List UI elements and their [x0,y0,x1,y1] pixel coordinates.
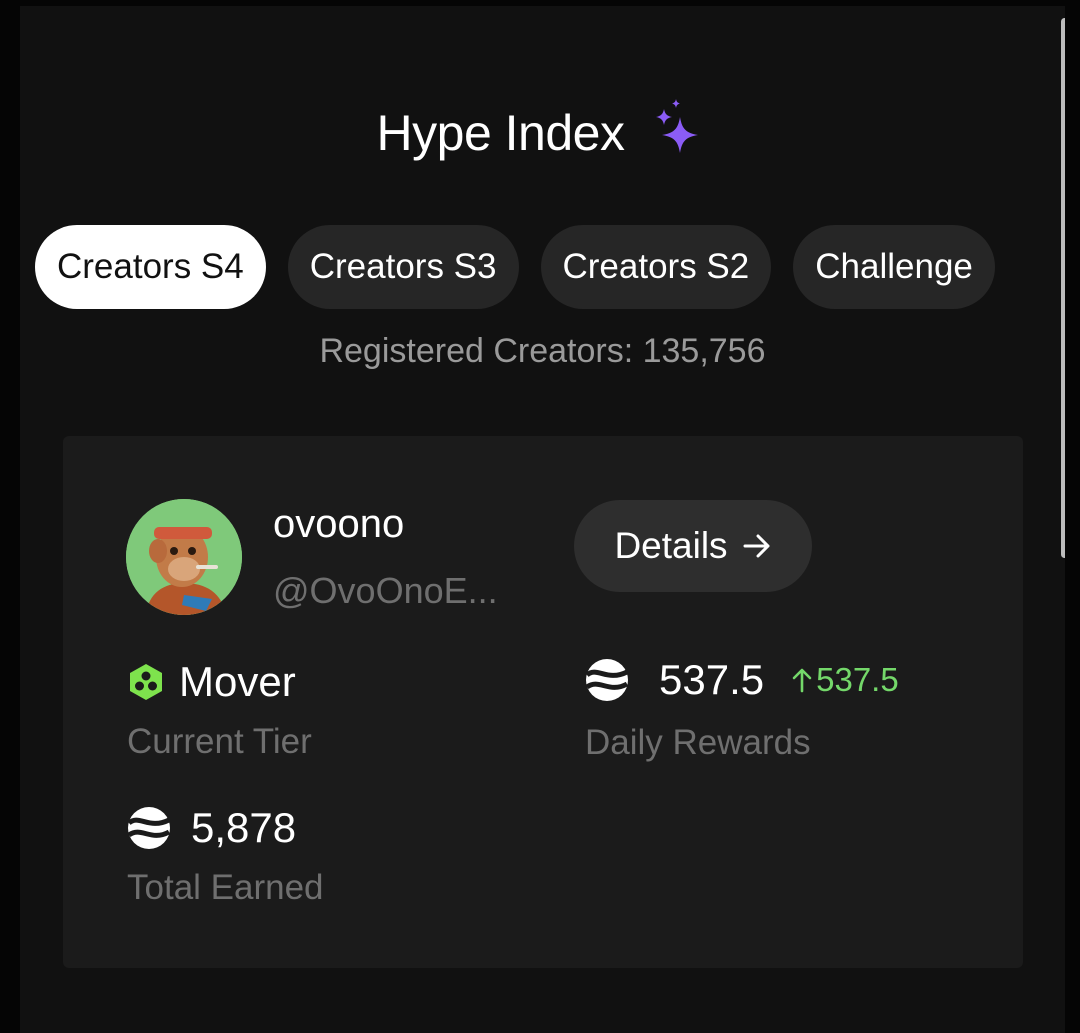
arrow-up-icon [792,668,812,693]
tab-creators-s2[interactable]: Creators S2 [540,225,772,309]
creator-handle[interactable]: @OvoOnoE... [273,570,498,612]
tier-hexagon-icon [130,664,162,700]
daily-rewards-value: 537.5 [659,656,765,703]
token-icon [127,807,171,849]
tier-value-row: Mover [127,658,296,706]
scrollbar[interactable] [1061,18,1065,558]
tab-creators-s4[interactable]: Creators S4 [35,225,266,309]
ape-avatar-image [126,499,242,615]
total-earned-label: Total Earned [127,868,324,907]
details-button-label: Details [614,525,728,566]
daily-rewards-label: Daily Rewards [585,723,811,762]
daily-rewards-delta-value: 537.5 [816,661,899,698]
avatar[interactable] [126,499,242,615]
daily-rewards-row: 537.5 537.5 [585,656,899,704]
tab-challenge[interactable]: Challenge [793,225,995,309]
total-earned-value: 5,878 [191,804,297,851]
season-tabs: Creators S4 Creators S3 Creators S2 Chal… [35,225,995,309]
creator-card: ovoono @OvoOnoE... Details Mover Current… [63,436,1023,968]
daily-rewards-delta: 537.5 [792,661,899,699]
total-earned-row: 5,878 [127,804,296,852]
registered-creators-count: Registered Creators: 135,756 [319,332,766,370]
creator-name: ovoono [273,502,405,546]
details-button[interactable]: Details [574,500,812,592]
sparkle-icon [656,99,699,153]
page-title: Hype Index [376,105,625,161]
tier-value: Mover [179,658,296,705]
tier-label: Current Tier [127,722,312,761]
hype-index-panel: Hype Index Creators S4 Creators S3 Creat… [20,6,1065,1033]
tab-creators-s3[interactable]: Creators S3 [287,225,519,309]
arrow-right-icon [743,534,770,558]
header: Hype Index [20,98,1065,168]
token-icon [585,659,629,701]
